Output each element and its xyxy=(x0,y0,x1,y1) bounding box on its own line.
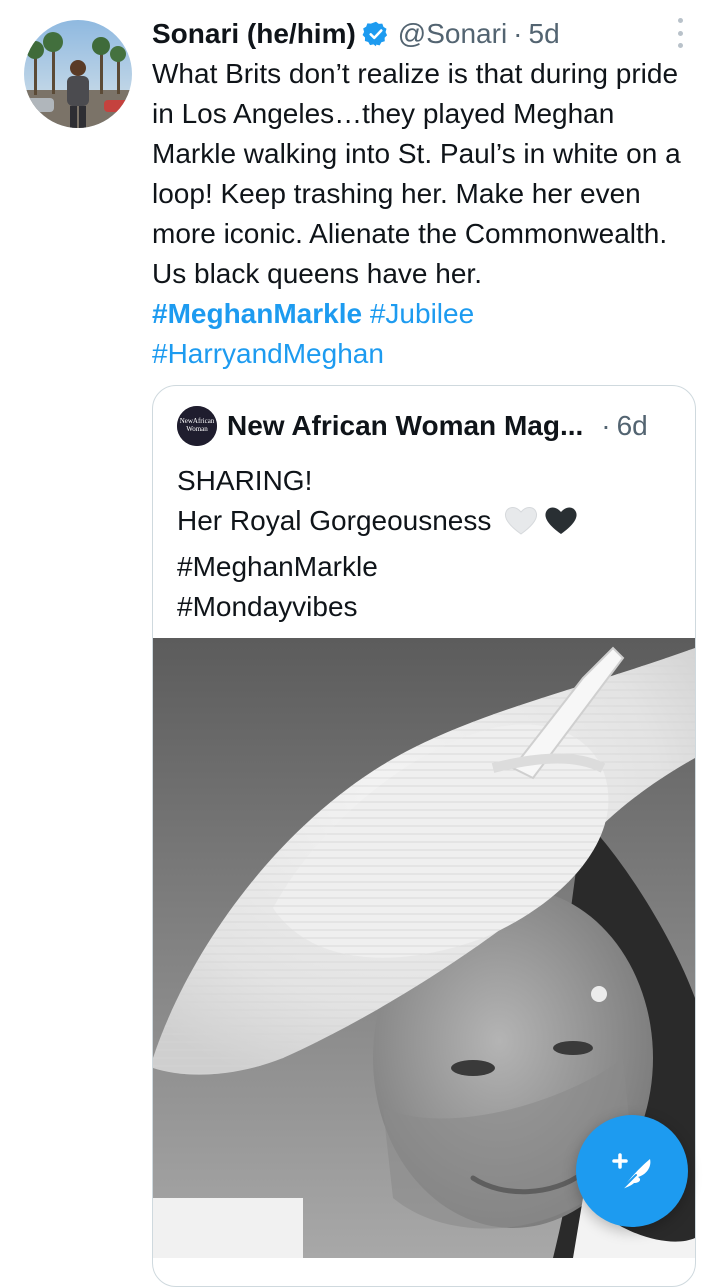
verified-badge-icon xyxy=(362,20,390,48)
quoted-text-line: SHARING! xyxy=(177,465,313,496)
display-name[interactable]: Sonari (he/him) xyxy=(152,18,356,50)
black-heart-icon xyxy=(543,504,579,547)
author-avatar[interactable] xyxy=(24,20,132,128)
separator: · xyxy=(513,18,523,49)
hashtag-link[interactable]: #Jubilee xyxy=(370,298,474,329)
quoted-separator: · xyxy=(601,410,611,441)
tweet-body: What Brits don’t realize is that during … xyxy=(152,58,681,289)
quoted-text-line: Her Royal Gorgeousness xyxy=(177,505,492,536)
more-options-icon[interactable] xyxy=(668,18,692,48)
quoted-tweet-header: NewAfrican Woman New African Woman Mag..… xyxy=(177,406,648,446)
compose-tweet-icon xyxy=(612,1153,651,1190)
quoted-text-line: #Mondayvibes xyxy=(177,591,358,622)
quoted-display-name[interactable]: New African Woman Mag... xyxy=(227,410,583,442)
handle[interactable]: @Sonari xyxy=(398,18,507,50)
quoted-text-line-hearts: Her Royal Gorgeousness xyxy=(177,501,677,547)
quoted-timestamp[interactable]: 6d xyxy=(617,410,648,442)
tweet-header: Sonari (he/him) @Sonari · 5d xyxy=(152,14,560,54)
tweet-text: What Brits don’t realize is that during … xyxy=(152,54,692,374)
tweet[interactable]: Sonari (he/him) @Sonari · 5d What Brits … xyxy=(0,0,720,1287)
timestamp[interactable]: 5d xyxy=(529,18,560,50)
compose-tweet-button[interactable] xyxy=(576,1115,688,1227)
hashtag-link[interactable]: #MeghanMarkle xyxy=(152,298,362,329)
quoted-text-line: #MeghanMarkle xyxy=(177,551,378,582)
quoted-avatar-logo-text: Woman xyxy=(186,425,208,433)
quoted-author-avatar[interactable]: NewAfrican Woman xyxy=(177,406,217,446)
white-heart-icon xyxy=(503,504,539,547)
quoted-tweet-text: SHARING! Her Royal Gorgeousness #MeghanM… xyxy=(177,461,677,627)
hashtag-link[interactable]: #HarryandMeghan xyxy=(152,338,384,369)
quoted-avatar-logo-text: NewAfrican xyxy=(180,417,215,425)
